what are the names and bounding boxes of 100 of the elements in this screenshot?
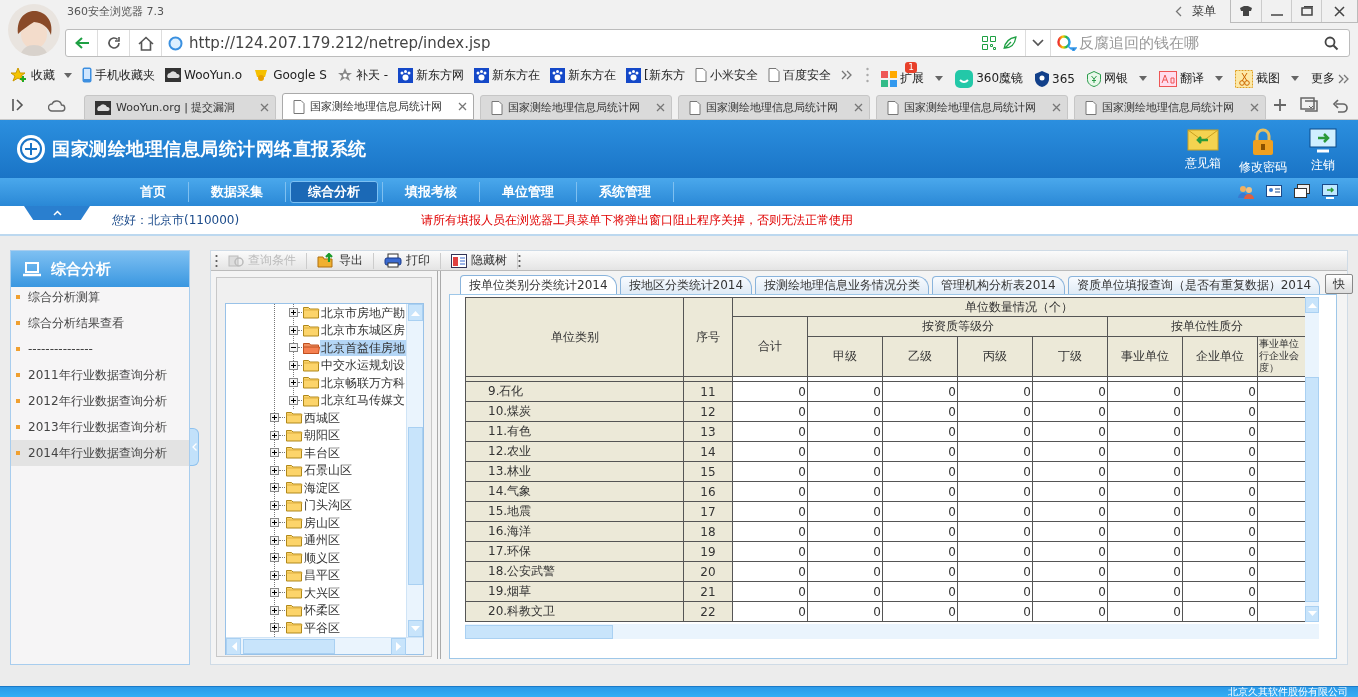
double-chevron-icon[interactable]	[1338, 73, 1350, 84]
expand-icon[interactable]	[270, 570, 279, 580]
browser-tab[interactable]: 国家测绘地理信息局统计网	[1074, 95, 1266, 120]
bookmark-item[interactable]: 百度安全	[767, 66, 831, 84]
sidebar-item[interactable]: 综合分析结果查看	[11, 310, 189, 336]
report-tab[interactable]: 管理机构分析表2014	[932, 276, 1065, 294]
toolbar-button[interactable]: 导出	[307, 252, 374, 269]
splitter-handle[interactable]	[190, 428, 199, 466]
tree-item[interactable]: 北京首益佳房地	[320, 339, 406, 356]
report-tab[interactable]: 按单位类别分类统计2014	[460, 275, 617, 294]
expand-icon[interactable]	[270, 465, 279, 475]
expand-icon[interactable]	[289, 360, 298, 370]
tree-item[interactable]: 怀柔区	[303, 602, 341, 619]
tree-item[interactable]: 北京红马传媒文	[320, 392, 406, 409]
bookmark-item[interactable]: 收藏	[10, 66, 72, 84]
tree-item[interactable]: 中交水运规划设	[320, 357, 406, 374]
expand-icon[interactable]	[270, 413, 279, 423]
scrollbar[interactable]	[226, 637, 423, 654]
tree-item[interactable]: 北京畅联万方科	[320, 374, 406, 391]
close-icon[interactable]	[1052, 103, 1061, 112]
scrollbar-thumb[interactable]	[465, 624, 613, 639]
toolbar-button[interactable]: 打印	[374, 252, 441, 269]
caret-icon[interactable]	[1215, 76, 1223, 81]
new-tab-icon[interactable]	[1274, 99, 1286, 111]
header-action[interactable]: 意见箱	[1174, 122, 1232, 176]
tree-item[interactable]: 西城区	[303, 409, 341, 426]
expand-icon[interactable]	[270, 623, 279, 633]
scrollbar[interactable]	[1305, 297, 1319, 622]
sidebar-item[interactable]: 2011年行业数据查询分析	[11, 362, 189, 388]
sidebar-item[interactable]: 综合分析测算	[11, 284, 189, 310]
tree-item[interactable]: 朝阳区	[303, 427, 341, 444]
report-tab[interactable]: 按测绘地理信息业务情况分类	[755, 276, 930, 294]
tree-item[interactable]: 昌平区	[303, 567, 341, 584]
toolbar-item[interactable]: 截图	[1235, 61, 1299, 89]
close-icon[interactable]	[260, 103, 269, 112]
expand-icon[interactable]	[270, 483, 279, 493]
tab-list-icon[interactable]	[1300, 97, 1318, 113]
bookmark-item[interactable]: 新东方网	[398, 66, 465, 84]
url-field[interactable]: http://124.207.179.212/netrep/index.jsp	[189, 34, 491, 52]
leaf-icon[interactable]	[1002, 36, 1017, 50]
qr-code-icon[interactable]	[982, 36, 996, 50]
toolbar-item[interactable]: 扩展 1	[881, 62, 944, 88]
expand-icon[interactable]	[270, 588, 279, 598]
caret-icon[interactable]	[1291, 76, 1299, 81]
header-action[interactable]: 修改密码	[1234, 122, 1292, 176]
double-chevron-icon[interactable]	[840, 70, 853, 80]
expand-icon[interactable]	[270, 535, 279, 545]
browser-tab[interactable]: 国家测绘地理信息局统计网	[678, 95, 870, 120]
expand-icon[interactable]	[289, 325, 298, 335]
scrollbar[interactable]	[406, 304, 423, 637]
scrollbar[interactable]	[465, 624, 1319, 639]
sidebar-item[interactable]: 2012年行业数据查询分析	[11, 388, 189, 414]
windows-icon[interactable]	[1294, 184, 1310, 198]
scrollbar-thumb[interactable]	[243, 638, 335, 654]
browser-tab[interactable]: WooYun.org | 提交漏洞	[84, 95, 276, 120]
collapse-icon[interactable]	[289, 343, 298, 353]
browser-tab[interactable]: 国家测绘地理信息局统计网	[876, 95, 1068, 120]
monitor-icon[interactable]	[1322, 184, 1338, 199]
scrollbar-thumb[interactable]	[1305, 377, 1319, 602]
tree-item[interactable]: 北京市房地产勘	[320, 304, 406, 321]
expand-icon[interactable]	[289, 308, 298, 318]
bookmark-item[interactable]: 小米安全	[694, 66, 758, 84]
search-icon[interactable]	[1324, 35, 1339, 51]
close-icon[interactable]	[656, 103, 665, 112]
tree-item[interactable]: 石景山区	[303, 462, 353, 479]
browser-tab[interactable]: 国家测绘地理信息局统计网	[282, 93, 474, 120]
tree-item[interactable]: 北京市东城区房	[320, 322, 406, 339]
cloud-icon[interactable]	[48, 98, 66, 112]
expand-icon[interactable]	[270, 553, 279, 563]
toolbar-button[interactable]: 隐藏树	[441, 252, 518, 269]
tree-item[interactable]: 顺义区	[303, 549, 341, 566]
toolbar-item[interactable]: 网银	[1087, 62, 1147, 88]
scrollbar-thumb[interactable]	[407, 427, 423, 585]
dropdown-button[interactable]	[1025, 30, 1051, 56]
toolbar-item[interactable]: 365	[1035, 62, 1075, 88]
search-engine-icon[interactable]	[1057, 35, 1077, 51]
users-icon[interactable]	[1238, 184, 1254, 200]
browser-tab[interactable]: 国家测绘地理信息局统计网	[480, 95, 672, 120]
bookmark-item[interactable]: Google S	[252, 68, 327, 82]
close-icon[interactable]	[854, 103, 863, 112]
expand-icon[interactable]	[270, 430, 279, 440]
expand-icon[interactable]	[289, 378, 298, 388]
sidebar-item[interactable]: 2013年行业数据查询分析	[11, 414, 189, 440]
more-button[interactable]: 快	[1325, 274, 1354, 294]
report-tab[interactable]: 资质单位填报查询（是否有重复数据）2014	[1067, 276, 1321, 294]
bookmark-item[interactable]: 补天 -	[336, 66, 389, 84]
menu-button[interactable]: 菜单	[1175, 0, 1216, 24]
caret-icon[interactable]	[1139, 76, 1147, 81]
tree-item[interactable]: 通州区	[303, 532, 341, 549]
id-card-icon[interactable]	[1266, 184, 1282, 198]
toolbar-item[interactable]: 翻译	[1159, 62, 1223, 88]
sidebar-toggle-icon[interactable]	[12, 99, 26, 111]
tree-item[interactable]: 门头沟区	[303, 497, 353, 514]
bookmark-item[interactable]: WooYun.o	[165, 68, 243, 82]
tree-item[interactable]: 房山区	[303, 514, 341, 531]
tree-item[interactable]: 平谷区	[303, 619, 341, 636]
close-icon[interactable]	[458, 102, 467, 111]
tree-item[interactable]: 丰台区	[303, 444, 341, 461]
caret-icon[interactable]	[935, 76, 944, 81]
expand-icon[interactable]	[270, 605, 279, 615]
